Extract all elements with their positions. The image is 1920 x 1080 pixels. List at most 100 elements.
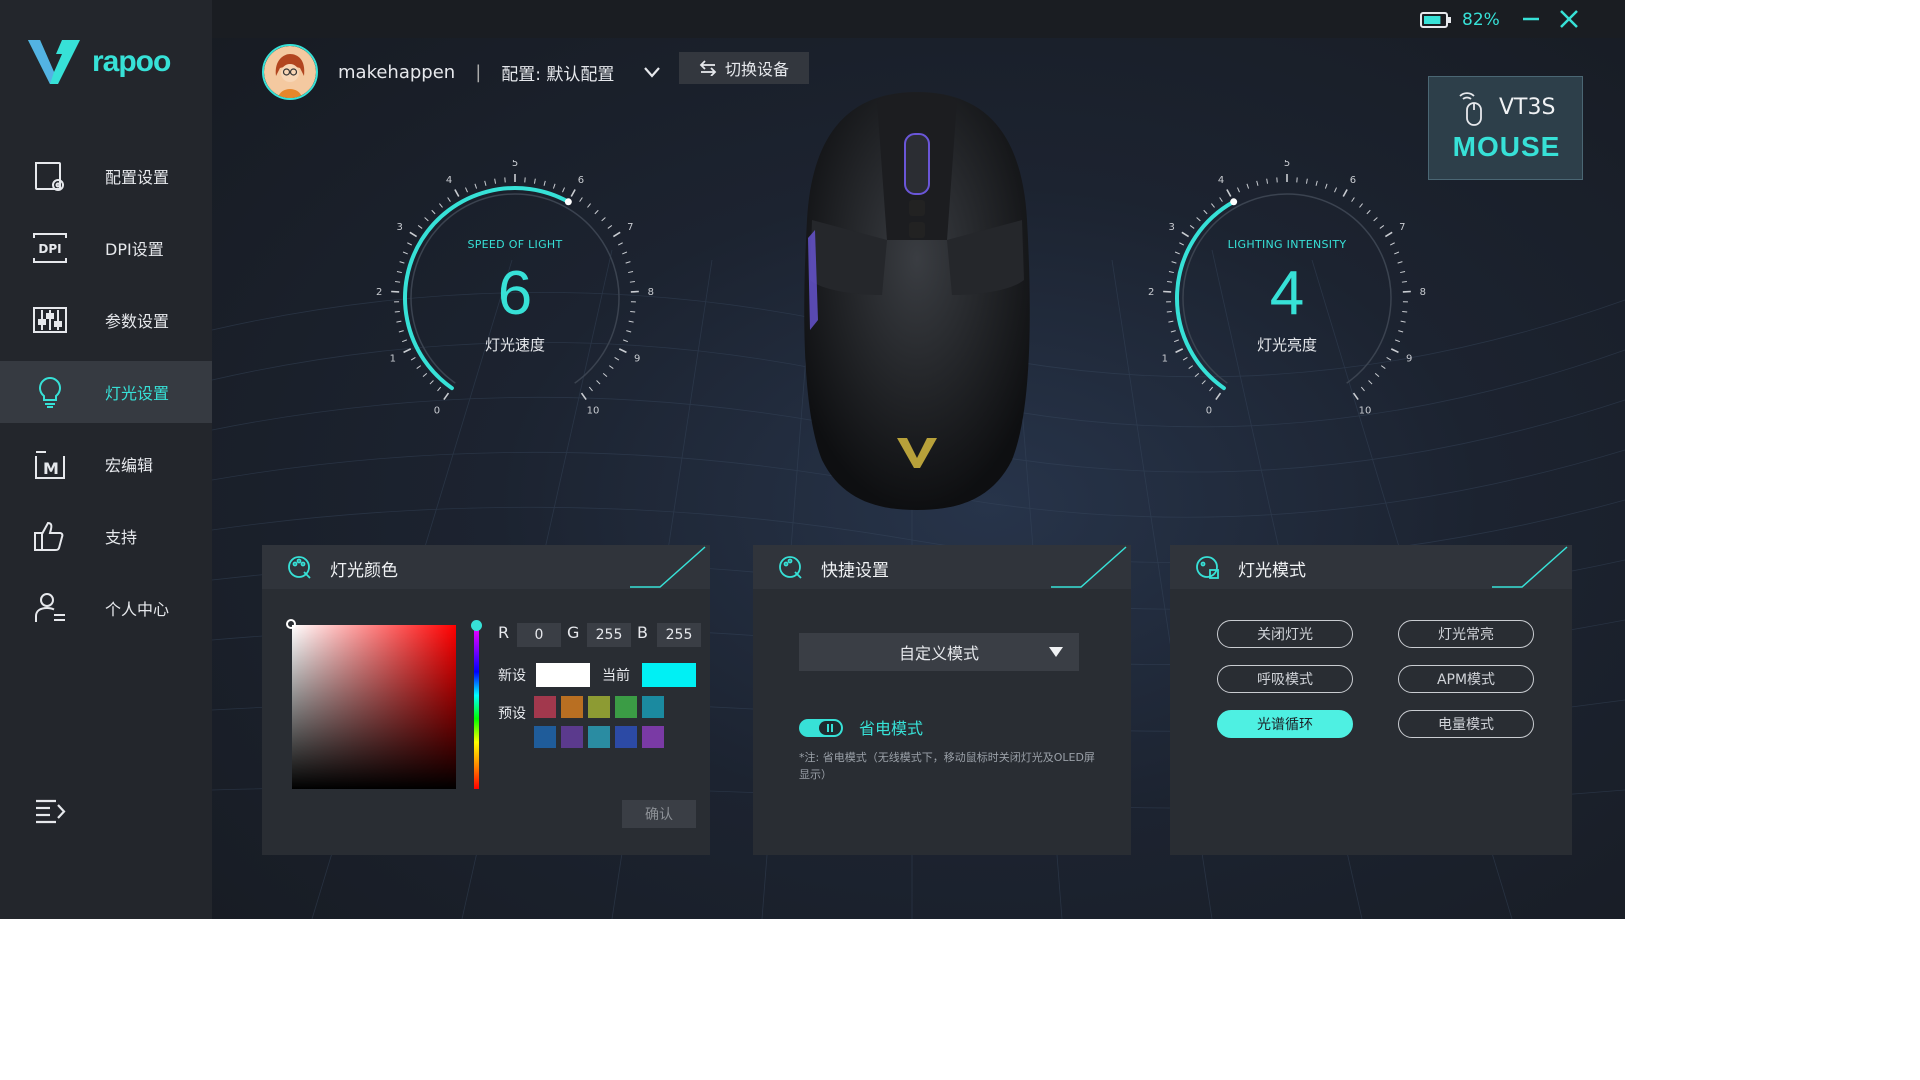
sidebar-item-profile-settings[interactable]: 配置设置 xyxy=(0,145,212,207)
sidebar-item-user-center[interactable]: 个人中心 xyxy=(0,577,212,639)
quick-settings-icon xyxy=(779,556,802,579)
switch-device-button[interactable]: 切换设备 xyxy=(679,52,809,84)
speed-gauge[interactable]: 0 1 2 3 4 5 6 7 8 9 10 SPEED OF LIGHT 6 灯光速度 xyxy=(365,160,665,420)
b-input[interactable] xyxy=(657,623,701,647)
preset-swatch[interactable] xyxy=(534,696,556,718)
gauge-tick xyxy=(417,225,423,229)
gauge-tick xyxy=(1189,225,1195,229)
panel-corner-accent xyxy=(630,546,706,588)
intensity-gauge[interactable]: 0 1 2 3 4 5 6 7 8 9 10 LIGHTING INTENSITY 4 灯光亮度 xyxy=(1137,160,1437,420)
preset-swatch[interactable] xyxy=(615,696,637,718)
chevron-down-icon[interactable] xyxy=(642,62,662,82)
gauge-tick xyxy=(437,386,442,392)
gauge-label: 灯光速度 xyxy=(484,336,545,354)
gauge-tick xyxy=(1324,183,1328,189)
gauge-handle[interactable] xyxy=(1230,198,1238,206)
panel-corner-accent xyxy=(1051,546,1127,588)
mode-breathing-button[interactable]: 呼吸模式 xyxy=(1217,665,1353,693)
user-row: makehappen | 配置: 默认配置 xyxy=(262,44,662,100)
preset-swatch[interactable] xyxy=(642,696,664,718)
confirm-button[interactable]: 确认 xyxy=(622,800,696,828)
light-mode-icon xyxy=(1196,556,1219,579)
gauge-tick xyxy=(1334,187,1337,193)
mode-dropdown[interactable]: 自定义模式 xyxy=(799,633,1079,671)
gauge-tick xyxy=(1373,217,1378,222)
new-color-label: 新设 xyxy=(498,668,526,684)
gauge-tick xyxy=(474,183,478,189)
gauge-tick xyxy=(1237,187,1240,193)
preset-swatch[interactable] xyxy=(561,726,583,748)
gauge-value: 6 xyxy=(497,259,533,328)
preset-label: 预设 xyxy=(498,706,526,722)
gauge-tick-label: 9 xyxy=(634,354,640,365)
g-input[interactable] xyxy=(587,623,631,647)
sidebar-item-parameters[interactable]: 参数设置 xyxy=(0,289,212,351)
hue-slider[interactable] xyxy=(474,625,479,789)
gauge-tick xyxy=(622,251,628,255)
gauge-tick-label: 7 xyxy=(627,222,633,233)
sidebar-item-lighting[interactable]: 灯光设置 xyxy=(0,361,212,423)
gauge-tick xyxy=(409,231,418,238)
dropdown-triangle-icon xyxy=(1049,647,1063,657)
gauge-tick xyxy=(1352,392,1359,401)
menu-collapse-icon[interactable] xyxy=(34,796,68,826)
mode-dropdown-value: 自定义模式 xyxy=(898,644,979,663)
rapoo-logo: rapoo xyxy=(26,38,171,86)
gauge-tick xyxy=(1194,372,1200,377)
gauge-tick xyxy=(1266,178,1269,184)
preset-swatch[interactable] xyxy=(588,696,610,718)
r-label: R xyxy=(498,623,510,642)
mode-off-button[interactable]: 关闭灯光 xyxy=(1217,620,1353,648)
preset-swatch[interactable] xyxy=(615,726,637,748)
mode-battery-button[interactable]: 电量模式 xyxy=(1398,710,1534,738)
light-mode-panel: 灯光模式 关闭灯光 灯光常亮 呼吸模式 APM模式 光谱循环 电量模式 xyxy=(1170,545,1572,855)
current-color-swatch xyxy=(642,663,696,687)
gauge-tick-label: 1 xyxy=(390,354,396,365)
quick-settings-panel: 快捷设置 自定义模式 省电模式 *注: 省电模式（无线模式下，移动鼠标时关闭灯光… xyxy=(753,545,1131,855)
gauge-tick xyxy=(601,217,606,222)
sidebar-item-support[interactable]: 支持 xyxy=(0,505,212,567)
color-spectrum[interactable] xyxy=(292,625,456,789)
brand-name: rapoo xyxy=(92,45,171,78)
gauge-caption: LIGHTING INTENSITY xyxy=(1227,238,1347,251)
mode-apm-button[interactable]: APM模式 xyxy=(1398,665,1534,693)
gauge-handle[interactable] xyxy=(564,198,572,206)
gauge-tick-label: 4 xyxy=(446,175,452,186)
preset-swatch[interactable] xyxy=(561,696,583,718)
gauge-tick xyxy=(1394,251,1400,255)
minimize-icon[interactable] xyxy=(1517,6,1545,32)
sidebar-item-label: 宏编辑 xyxy=(105,456,154,475)
gauge-tick xyxy=(454,189,460,197)
gauge-tick xyxy=(439,203,443,208)
gauge-tick xyxy=(587,203,591,208)
hue-slider-handle[interactable] xyxy=(471,620,482,631)
device-name: VT3S xyxy=(1499,95,1556,120)
preset-swatch[interactable] xyxy=(534,726,556,748)
gauge-tick xyxy=(1384,231,1393,238)
gauge-tick xyxy=(1315,180,1318,186)
panel-header: 灯光模式 xyxy=(1170,545,1572,589)
panel-corner-accent xyxy=(1492,546,1568,588)
eco-mode-toggle[interactable] xyxy=(799,719,843,737)
gauge-tick-label: 5 xyxy=(512,160,518,169)
mode-spectrum-button[interactable]: 光谱循环 xyxy=(1217,710,1353,738)
sidebar-item-label: 配置设置 xyxy=(105,168,170,187)
preset-swatch[interactable] xyxy=(588,726,610,748)
gauge-tick-label: 0 xyxy=(434,405,440,416)
gauge-label: 灯光亮度 xyxy=(1256,336,1317,354)
gauge-tick xyxy=(494,178,497,184)
avatar-icon xyxy=(264,46,316,98)
sidebar-item-label: 支持 xyxy=(105,528,138,547)
gauge-tick xyxy=(543,180,546,186)
avatar[interactable] xyxy=(262,44,318,100)
r-input[interactable] xyxy=(517,623,561,647)
close-icon[interactable] xyxy=(1555,6,1583,32)
preset-swatch[interactable] xyxy=(642,726,664,748)
sidebar: rapoo 配置设置 DPI DPI设置 参数设置 灯光设置 M 宏编辑 支持 … xyxy=(0,0,212,919)
switch-device-label: 切换设备 xyxy=(724,60,789,79)
sidebar-item-dpi[interactable]: DPI DPI设置 xyxy=(0,217,212,279)
mode-steady-button[interactable]: 灯光常亮 xyxy=(1398,620,1534,648)
sidebar-item-macro[interactable]: M 宏编辑 xyxy=(0,433,212,495)
spectrum-picker-handle[interactable] xyxy=(286,619,296,629)
gauge-tick xyxy=(1211,203,1215,208)
